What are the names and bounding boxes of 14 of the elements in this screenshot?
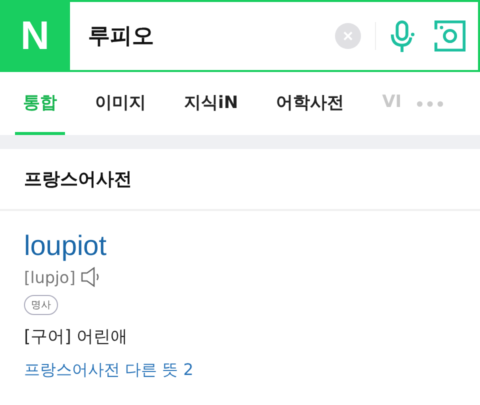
camera-icon[interactable] xyxy=(434,20,466,52)
microphone-icon[interactable] xyxy=(390,20,416,52)
pronunciation: [lupjo] xyxy=(24,268,76,286)
meaning-text: [구어] 어린애 xyxy=(24,326,128,348)
tab[interactable]: 지식iN xyxy=(176,72,246,135)
more-meanings-link[interactable]: 프랑스어사전 다른 뜻 2 xyxy=(24,360,194,381)
tab[interactable]: 어학사전 xyxy=(268,72,352,135)
section-title: 프랑스어사전 xyxy=(24,168,132,191)
headword-link[interactable]: loupiot xyxy=(24,227,107,265)
clear-icon[interactable] xyxy=(335,23,361,49)
more-icon[interactable] xyxy=(416,100,444,108)
tab[interactable]: 이미지 xyxy=(87,72,154,135)
search-field[interactable]: 루피오 xyxy=(86,22,310,50)
part-of-speech-tag: 명사 xyxy=(24,295,58,315)
